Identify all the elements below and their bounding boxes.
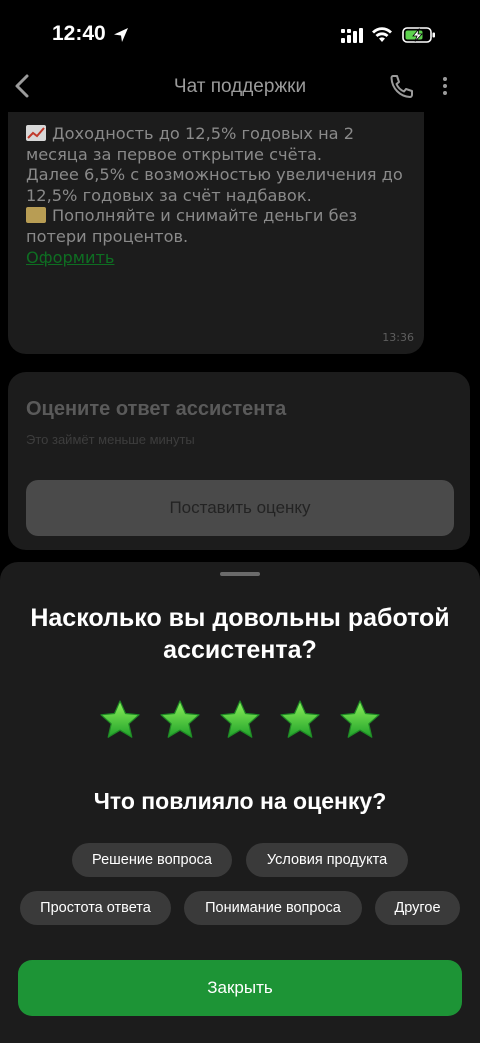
rating-card: Оцените ответ ассистента Это займёт мень…: [8, 372, 470, 550]
message-text: Доходность до 12,5% годовых на 2 месяца …: [26, 124, 416, 268]
star-icon[interactable]: [278, 698, 322, 742]
close-button[interactable]: Закрыть: [18, 960, 462, 1016]
star-icon[interactable]: [158, 698, 202, 742]
status-time: 12:40: [52, 22, 106, 45]
chart-increasing-icon: [26, 125, 46, 141]
location-arrow-icon: [114, 28, 128, 42]
chat-header: Чат поддержки: [0, 60, 480, 114]
sheet-grabber[interactable]: [220, 572, 260, 576]
message-line-3: Пополняйте и снимайте деньги без потери …: [26, 206, 363, 246]
wifi-icon: [372, 27, 392, 42]
cellular-signal-icon: [341, 28, 363, 43]
rating-card-subtitle: Это займёт меньше минуты: [26, 432, 195, 447]
message-timestamp: 13:36: [382, 331, 414, 344]
rating-card-title: Оцените ответ ассистента: [26, 398, 287, 420]
message-bubble: Доходность до 12,5% годовых на 2 месяца …: [8, 112, 424, 354]
rate-button[interactable]: Поставить оценку: [26, 480, 454, 536]
feedback-question: Что повлияло на оценку?: [93, 788, 387, 814]
rating-bottom-sheet: Насколько вы довольны работой ассистента…: [0, 562, 480, 1043]
battery-charging-icon: [402, 27, 435, 43]
star-icon[interactable]: [98, 698, 142, 742]
phone-icon[interactable]: [388, 72, 414, 100]
star-icon[interactable]: [218, 698, 262, 742]
star-icon[interactable]: [338, 698, 382, 742]
message-line-2: Далее 6,5% с возможностью увеличения до …: [26, 165, 408, 205]
credit-card-icon: [26, 207, 46, 224]
chip-other[interactable]: Другое: [375, 891, 460, 925]
chip-question-understanding[interactable]: Понимание вопроса: [184, 891, 362, 925]
more-options-icon[interactable]: [436, 74, 454, 98]
chip-answer-simplicity[interactable]: Простота ответа: [20, 891, 171, 925]
apply-link[interactable]: Оформить: [26, 248, 114, 267]
star-rating[interactable]: [0, 698, 480, 742]
chip-product-terms[interactable]: Условия продукта: [246, 843, 408, 877]
chip-problem-solved[interactable]: Решение вопроса: [72, 843, 232, 877]
message-line-1: Доходность до 12,5% годовых на 2 месяца …: [26, 124, 360, 164]
sheet-title: Насколько вы довольны работой ассистента…: [30, 604, 450, 664]
